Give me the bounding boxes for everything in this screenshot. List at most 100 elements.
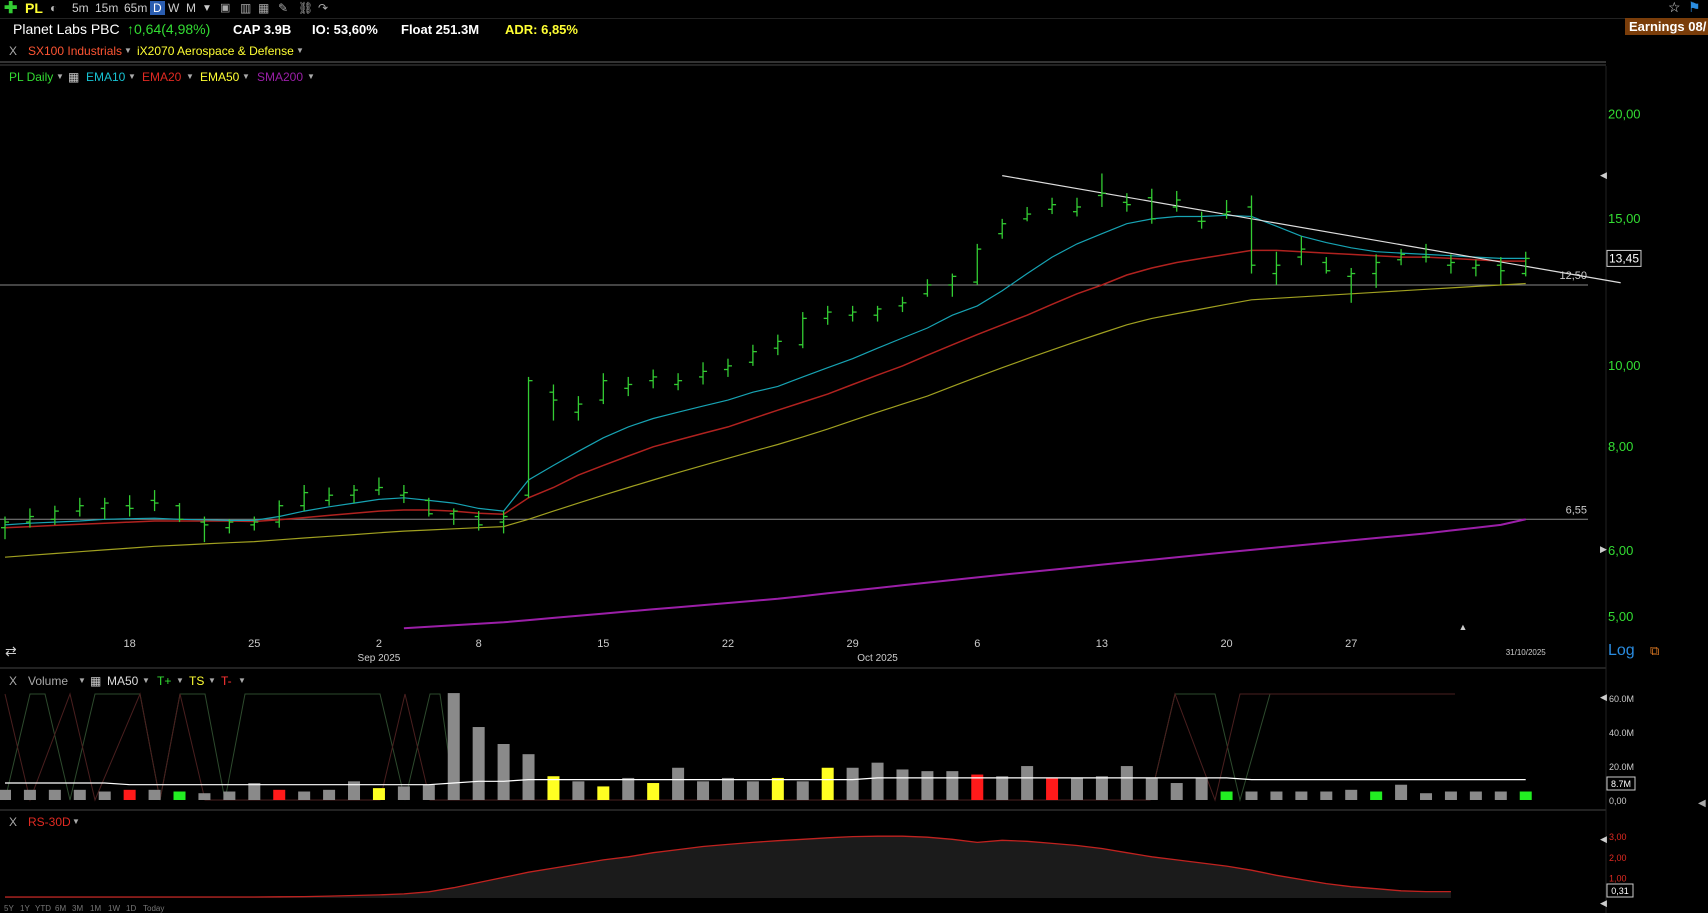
volume-bar <box>672 767 685 800</box>
rs-y-tick: 1,00 <box>1609 873 1627 883</box>
x-tick-label: 6 <box>974 638 980 650</box>
volume-bar <box>273 789 286 800</box>
ema50-line <box>4 282 1526 558</box>
x-tick-label: 18 <box>124 638 136 650</box>
x-tick-label: 8 <box>476 638 482 650</box>
volume-bar <box>223 791 236 800</box>
volume-last-label: 8.7M <box>1611 779 1631 789</box>
volume-bar <box>871 762 884 800</box>
price-y-tick: 20,00 <box>1608 107 1641 122</box>
volume-bar <box>23 789 36 800</box>
rs-last-label: 0,31 <box>1611 886 1629 896</box>
volume-bar <box>148 789 161 800</box>
last-date-label: 31/10/2025 <box>1506 648 1547 657</box>
x-tick-label: 15 <box>597 638 609 650</box>
rs-y-tick: 2,00 <box>1609 853 1627 863</box>
volume-bar <box>1395 784 1408 800</box>
price-y-tick: 10,00 <box>1608 358 1641 373</box>
volume-bar <box>1145 777 1158 800</box>
trendline <box>1002 175 1621 284</box>
volume-bar <box>1170 783 1183 800</box>
volume-bar <box>248 783 261 800</box>
volume-bar <box>796 781 809 800</box>
volume-bar <box>48 789 61 800</box>
volume-bar <box>1095 776 1108 800</box>
volume-bar <box>1345 789 1358 800</box>
marker-arrow-icon: ◀ <box>1600 170 1607 180</box>
volume-y-tick: 40.0M <box>1609 728 1634 738</box>
x-tick-label: 29 <box>846 638 858 650</box>
volume-bar <box>1444 791 1457 800</box>
volume-bar <box>1270 791 1283 800</box>
volume-bar <box>1370 791 1383 800</box>
volume-bar <box>1494 791 1507 800</box>
x-tick-label: 25 <box>248 638 260 650</box>
price-y-tick: 15,00 <box>1608 211 1641 226</box>
volume-bar <box>622 777 635 800</box>
volume-bar <box>746 781 759 800</box>
chart-canvas[interactable]: 12,506,5520,0015,0010,008,006,005,0013,4… <box>0 0 1708 913</box>
rs-y-tick: 3,00 <box>1609 832 1627 842</box>
volume-bar <box>821 767 834 800</box>
volume-bar <box>1195 777 1208 800</box>
volume-y-tick: 20.0M <box>1609 762 1634 772</box>
x-tick-label: 13 <box>1096 638 1108 650</box>
volume-bar <box>1070 777 1083 800</box>
price-y-tick: 8,00 <box>1608 439 1633 454</box>
volume-bar <box>198 793 211 800</box>
volume-bar <box>98 791 111 800</box>
volume-bar <box>123 789 136 800</box>
price-y-tick: 6,00 <box>1608 543 1633 558</box>
volume-bar <box>173 791 186 800</box>
volume-y-tick: 60.0M <box>1609 694 1634 704</box>
volume-bar <box>298 791 311 800</box>
x-month-label: Sep 2025 <box>358 653 401 664</box>
volume-bar <box>497 744 510 800</box>
x-tick-label: 20 <box>1220 638 1232 650</box>
marker-arrow-icon: ◀ <box>1600 898 1607 908</box>
volume-bar <box>771 777 784 800</box>
marker-arrow-icon: ▶ <box>1600 544 1607 554</box>
last-price-label: 13,45 <box>1609 251 1639 265</box>
volume-bar <box>896 769 909 800</box>
volume-bar <box>721 777 734 800</box>
marker-arrow-icon: ▲ <box>1459 622 1468 632</box>
marker-arrow-icon: ◀ <box>1600 834 1607 844</box>
volume-bar <box>323 789 336 800</box>
x-month-label: Oct 2025 <box>857 653 898 664</box>
volume-bar <box>472 727 485 800</box>
x-tick-label: 2 <box>376 638 382 650</box>
volume-bar <box>397 786 410 800</box>
volume-bar <box>846 767 859 800</box>
x-tick-label: 22 <box>722 638 734 650</box>
price-y-tick: 5,00 <box>1608 609 1633 624</box>
ema10-line <box>4 214 1526 526</box>
volume-bar <box>647 783 660 800</box>
volume-bar <box>522 754 535 800</box>
volume-bar <box>697 781 710 800</box>
volume-bar <box>1295 791 1308 800</box>
volume-bar <box>1245 791 1258 800</box>
volume-bar <box>1420 793 1433 800</box>
volume-bar <box>1120 766 1133 800</box>
horizontal-level-label: 6,55 <box>1566 504 1587 516</box>
volume-bar <box>946 771 959 800</box>
volume-bar <box>422 784 435 800</box>
volume-ma50-line <box>5 777 1526 786</box>
volume-bar <box>372 788 385 800</box>
volume-bar <box>1519 791 1532 800</box>
volume-bar <box>1021 766 1034 800</box>
volume-bar <box>921 771 934 800</box>
volume-bar <box>1320 791 1333 800</box>
volume-bar <box>447 693 460 800</box>
volume-bar <box>1046 777 1059 800</box>
marker-arrow-icon: ◀ <box>1698 798 1706 809</box>
volume-bar <box>572 781 585 800</box>
x-tick-label: 27 <box>1345 638 1357 650</box>
volume-bar <box>73 789 86 800</box>
volume-bar <box>0 789 11 800</box>
volume-y-tick: 0,00 <box>1609 796 1627 806</box>
volume-bar <box>597 786 610 800</box>
volume-bar <box>1469 791 1482 800</box>
marker-arrow-icon: ◀ <box>1600 692 1607 702</box>
